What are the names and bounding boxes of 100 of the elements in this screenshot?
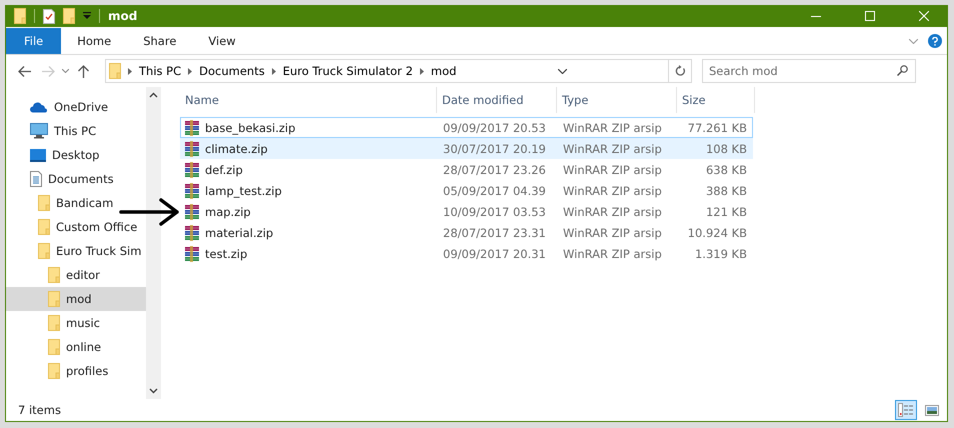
tree-item[interactable]: mod xyxy=(6,287,146,311)
archive-icon xyxy=(184,246,200,262)
chevron-icon[interactable] xyxy=(420,68,424,74)
details-list-icon xyxy=(898,403,914,417)
folder-icon xyxy=(38,243,50,259)
scrollbar[interactable] xyxy=(146,87,161,399)
folder-icon xyxy=(48,291,60,307)
file-row[interactable]: map.zip 10/09/2017 03.53 WinRAR ZIP arsip 121 KB xyxy=(180,201,753,222)
up-icon[interactable] xyxy=(78,64,88,78)
chevron-icon[interactable] xyxy=(128,68,132,74)
column-header[interactable]: Name xyxy=(180,87,437,113)
file-name: base_bekasi.zip xyxy=(205,120,296,134)
folder-icon xyxy=(38,195,50,211)
archive-icon xyxy=(184,224,200,240)
type-cell-text: WinRAR ZIP arsip xyxy=(562,120,663,134)
type-cell-text: WinRAR ZIP arsip xyxy=(562,162,663,176)
archive-icon xyxy=(184,120,200,136)
type-cell-text: WinRAR ZIP arsip xyxy=(562,184,663,198)
expand-ribbon-icon[interactable] xyxy=(909,38,918,44)
file-name: lamp_test.zip xyxy=(205,184,282,198)
desktop-icon xyxy=(30,148,46,162)
breadcrumb[interactable]: mod xyxy=(430,64,456,78)
details-view-button[interactable] xyxy=(895,400,917,420)
search-field[interactable]: Search mod xyxy=(702,59,916,83)
tree-item[interactable]: OneDrive xyxy=(6,95,146,119)
chevron-icon[interactable] xyxy=(272,68,276,74)
size-cell-text: 388 KB xyxy=(704,184,748,198)
ribbon-tab[interactable]: View xyxy=(192,28,252,54)
recent-locations-icon[interactable] xyxy=(62,69,69,73)
maximize-icon[interactable] xyxy=(865,11,875,21)
scroll-up-icon[interactable] xyxy=(149,91,158,100)
tree-item[interactable]: This PC xyxy=(6,119,146,143)
file-row[interactable]: test.zip 09/09/2017 20.31 WinRAR ZIP arsip 1.319 KB xyxy=(180,243,753,264)
column-header[interactable]: Type xyxy=(557,87,677,113)
ribbon-tab[interactable]: File xyxy=(6,28,62,54)
archive-icon xyxy=(184,204,200,220)
folder-icon xyxy=(48,315,60,331)
file-row[interactable]: base_bekasi.zip 09/09/2017 20.53 WinRAR ZIP arsip 77.261 KB xyxy=(180,117,753,138)
tree-item[interactable]: profiles xyxy=(6,359,146,383)
archive-icon xyxy=(184,140,200,156)
type-cell-text: WinRAR ZIP arsip xyxy=(562,204,663,218)
archive-icon xyxy=(184,182,200,198)
refresh-icon[interactable] xyxy=(674,65,686,77)
tree-item[interactable]: music xyxy=(6,311,146,335)
window-title: mod xyxy=(108,9,138,23)
tree-item[interactable]: Euro Truck Sim xyxy=(6,239,146,263)
date-cell-text: 28/07/2017 23.26 xyxy=(442,162,547,176)
computer-icon xyxy=(30,123,48,139)
ribbon-tab[interactable]: Home xyxy=(61,28,128,54)
back-icon[interactable] xyxy=(18,66,30,76)
file-name: map.zip xyxy=(205,204,251,218)
file-row[interactable]: material.zip 28/07/2017 23.31 WinRAR ZIP arsip 10.924 KB xyxy=(180,222,753,243)
properties-icon[interactable] xyxy=(43,8,55,24)
file-row[interactable]: climate.zip 30/07/2017 20.19 WinRAR ZIP arsip 108 KB xyxy=(180,138,753,159)
breadcrumb[interactable]: Euro Truck Simulator 2 xyxy=(282,64,413,78)
new-folder-icon xyxy=(63,8,75,24)
date-cell-text: 28/07/2017 23.31 xyxy=(442,226,547,240)
search-icon[interactable] xyxy=(897,65,908,76)
file-name: def.zip xyxy=(205,162,243,176)
date-cell-text: 09/09/2017 20.31 xyxy=(442,246,547,260)
chevron-icon[interactable] xyxy=(188,68,192,74)
dropdown-icon[interactable] xyxy=(558,68,567,74)
type-cell-text: WinRAR ZIP arsip xyxy=(562,226,663,240)
tree-item[interactable]: Documents xyxy=(6,167,146,191)
column-header[interactable]: Date modified xyxy=(437,87,557,113)
file-row[interactable]: lamp_test.zip 05/09/2017 04.39 WinRAR ZIP arsip 388 KB xyxy=(180,180,753,201)
help-icon[interactable] xyxy=(928,34,942,48)
archive-icon xyxy=(184,162,200,178)
size-cell-text: 108 KB xyxy=(704,142,748,156)
cloud-icon xyxy=(30,102,48,112)
file-name: test.zip xyxy=(205,246,248,260)
size-cell-text: 1.319 KB xyxy=(694,246,748,260)
folder-icon xyxy=(48,339,60,355)
landscape-icon xyxy=(925,404,939,416)
scroll-down-icon[interactable] xyxy=(149,386,158,395)
size-cell-text: 77.261 KB xyxy=(686,120,748,134)
tree-item[interactable]: online xyxy=(6,335,146,359)
file-row[interactable]: def.zip 28/07/2017 23.26 WinRAR ZIP arsip 638 KB xyxy=(180,159,753,180)
ribbon-tab[interactable]: Share xyxy=(127,28,192,54)
type-cell-text: WinRAR ZIP arsip xyxy=(562,246,663,260)
folder-icon xyxy=(38,219,50,235)
column-header[interactable]: Size xyxy=(677,87,755,113)
breadcrumb[interactable]: This PC xyxy=(139,64,182,78)
size-cell-text: 10.924 KB xyxy=(686,226,748,240)
file-name: material.zip xyxy=(205,226,274,240)
breadcrumb[interactable]: Documents xyxy=(199,64,265,78)
file-name: climate.zip xyxy=(205,142,268,156)
document-icon xyxy=(30,171,42,187)
folder-icon xyxy=(48,363,60,379)
date-cell-text: 10/09/2017 03.53 xyxy=(442,204,547,218)
tree-item[interactable]: Bandicam xyxy=(6,191,146,215)
date-cell-text: 05/09/2017 04.39 xyxy=(442,184,547,198)
address-bar[interactable]: This PC Documents Euro Truck Simulator 2 mod xyxy=(105,59,692,83)
folder-icon xyxy=(109,63,121,79)
tree-item[interactable]: Desktop xyxy=(6,143,146,167)
tree-item[interactable]: editor xyxy=(6,263,146,287)
tree-item[interactable]: Custom Office xyxy=(6,215,146,239)
close-icon[interactable] xyxy=(919,11,929,21)
caret-icon[interactable] xyxy=(83,12,91,20)
date-cell-text: 30/07/2017 20.19 xyxy=(442,142,547,156)
